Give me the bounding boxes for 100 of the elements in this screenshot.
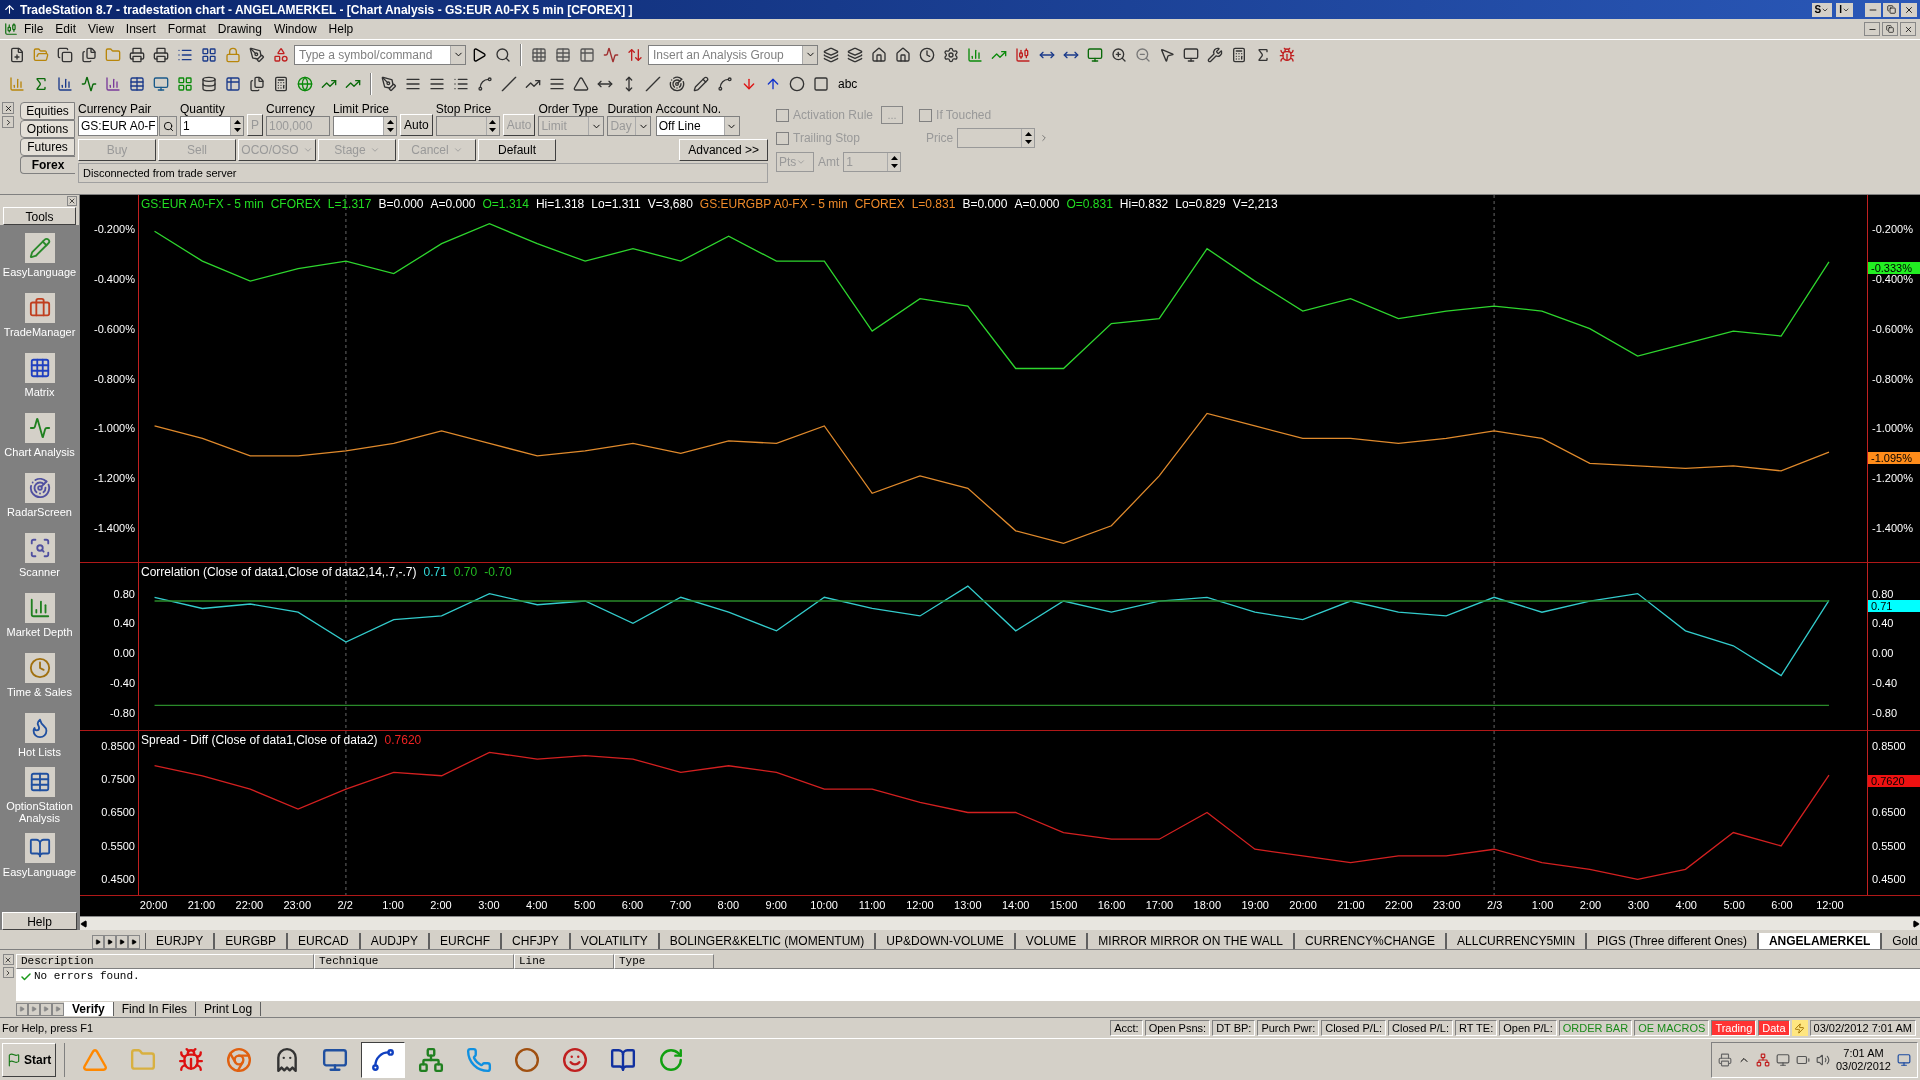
tool-item[interactable]: Scanner (2, 525, 77, 585)
asset-tab[interactable]: Options (20, 120, 75, 138)
tool-item[interactable]: Time & Sales (2, 645, 77, 705)
title-menu-button[interactable]: I (1836, 2, 1853, 17)
legend-text: CFOREX (270, 197, 321, 211)
status-cell: ORDER BAR (1558, 1020, 1633, 1036)
title-menu-button[interactable]: S (1811, 2, 1833, 17)
advanced-button[interactable]: Advanced >> (679, 139, 768, 161)
time-label: 14:00 (1001, 899, 1030, 911)
axis-label: 0.40 (1872, 617, 1894, 630)
menu-item[interactable]: Help (322, 20, 360, 38)
dropdown-field[interactable]: Off Line (655, 116, 740, 136)
symbol-field[interactable]: Type a symbol/command (294, 44, 466, 65)
axis-label: -0.200% (94, 222, 135, 235)
tool-item[interactable]: Matrix (2, 345, 77, 405)
time-label: 15:00 (1049, 899, 1078, 911)
axis-label: -0.800% (1872, 372, 1913, 385)
menu-item[interactable]: File (18, 20, 50, 38)
order-button[interactable]: Default (478, 139, 556, 161)
legend-text: 0.7620 (384, 733, 422, 747)
axis-label: -1.200% (94, 472, 135, 485)
workspace-tab[interactable]: CHFJPY (501, 933, 570, 949)
workspace-tab[interactable]: CURRENCY%CHANGE (1294, 933, 1447, 949)
tool-item[interactable]: TradeManager (2, 285, 77, 345)
legend-text: A=0.000 (1014, 197, 1060, 211)
column-header[interactable]: Type (614, 954, 714, 969)
workspace-tab[interactable]: Gold (1881, 933, 1920, 949)
workspace-tab[interactable]: EURGBP (214, 933, 288, 949)
output-tab[interactable]: Print Log (196, 1002, 262, 1016)
field-label: Account No. (655, 102, 723, 116)
axis-label: -0.800% (94, 372, 135, 385)
value-input[interactable]: 1 (181, 117, 230, 135)
time-label: 6:00 (1771, 899, 1793, 911)
time-label: 7:00 (669, 899, 692, 911)
analysis-group-field[interactable]: Insert an Analysis Group (648, 44, 818, 65)
time-label: 23:00 (283, 899, 311, 911)
column-header[interactable]: Line (514, 954, 614, 969)
output-tab[interactable]: Verify (64, 1002, 114, 1016)
workspace-tab[interactable]: AUDJPY (359, 933, 430, 949)
time-label: 5:00 (573, 899, 596, 911)
status-cell: Open P/L: (1499, 1020, 1557, 1036)
asset-tab[interactable]: Forex (20, 156, 75, 174)
workspace-tab[interactable]: VOLATILITY (569, 933, 659, 949)
tool-item[interactable]: Chart Analysis (2, 405, 77, 465)
text-tool[interactable]: abc (834, 75, 862, 93)
legend-text: Hi=1.318 (535, 197, 585, 211)
menu-item[interactable]: Edit (49, 20, 83, 38)
menu-item[interactable]: Insert (119, 20, 162, 38)
time-label: 21:00 (1337, 899, 1365, 911)
field-label: Stop Price (435, 102, 493, 116)
tool-item[interactable]: RadarScreen (2, 465, 77, 525)
workspace-tab[interactable]: MIRROR MIRROR ON THE WALL (1087, 933, 1295, 949)
menu-item[interactable]: Format (161, 20, 212, 38)
tool-item[interactable]: Market Depth (2, 585, 77, 645)
time-label: 20:00 (139, 899, 168, 911)
asset-tab[interactable]: Equities (20, 102, 75, 120)
tool-item[interactable]: Hot Lists (2, 705, 77, 765)
input-field[interactable]: 1 (180, 116, 244, 136)
time-label: 2:00 (1579, 899, 1602, 911)
axis-label: -0.200% (1872, 222, 1913, 235)
column-header[interactable]: Technique (314, 954, 514, 969)
order-option-button[interactable]: Auto (400, 114, 433, 136)
workspace-tab[interactable]: EURCAD (287, 933, 360, 949)
time-label: 10:00 (810, 899, 838, 911)
time-label: 2:00 (430, 899, 452, 911)
axis-label: 0.4500 (101, 873, 135, 886)
value-input[interactable]: Off Line (656, 117, 724, 135)
tools-header[interactable]: Tools (3, 207, 76, 225)
menu-item[interactable]: View (82, 20, 120, 38)
axis-label: 0.80 (1872, 587, 1894, 600)
workspace-tab[interactable]: PIGS (Three different Ones) (1586, 933, 1758, 949)
status-cell: Data (1758, 1020, 1790, 1036)
workspace-tab[interactable]: EURCHF (429, 933, 502, 949)
workspace-tab[interactable]: BOLINGER&KELTIC (MOMENTUM) (658, 933, 876, 949)
help-text: For Help, press F1 (1, 1020, 94, 1036)
asset-tab[interactable]: Futures (20, 138, 75, 156)
legend-text: Lo=0.829 (1175, 197, 1226, 211)
legend-text: V=2,213 (1232, 197, 1278, 211)
tool-item[interactable]: EasyLanguage (2, 225, 77, 285)
menu-item[interactable]: Window (267, 20, 323, 38)
axis-label: -0.600% (94, 322, 135, 335)
workspace-tab[interactable]: VOLUME (1014, 933, 1088, 949)
help-button[interactable]: Help (2, 912, 77, 930)
workspace-tab[interactable]: EURJPY (145, 933, 215, 949)
time-label: 1:00 (1531, 899, 1554, 911)
workspace-tab[interactable]: ALLCURRENCY5MIN (1446, 933, 1587, 949)
axis-label: -0.40 (1872, 677, 1898, 690)
workspace-tab[interactable]: ANGELAMERKEL (1757, 933, 1882, 949)
tool-item[interactable]: OptionStation Analysis (2, 765, 77, 825)
legend-text: CFOREX (854, 197, 905, 211)
workspace-tab[interactable]: UP&DOWN-VOLUME (875, 933, 1015, 949)
tool-item[interactable]: EasyLanguage (2, 825, 77, 885)
input-field[interactable]: GS:EUR A0-F (78, 116, 158, 136)
clock-date[interactable]: 03/02/2012 (1835, 1059, 1891, 1073)
menu-item[interactable]: Drawing (211, 20, 268, 38)
column-header[interactable]: Description (16, 954, 314, 969)
output-tab[interactable]: Find In Files (113, 1002, 197, 1016)
clock-time[interactable]: 7:01 AM (1843, 1046, 1884, 1060)
last-value-marker: 0.71 (1868, 600, 1920, 613)
start-button[interactable]: Start (2, 1042, 57, 1077)
